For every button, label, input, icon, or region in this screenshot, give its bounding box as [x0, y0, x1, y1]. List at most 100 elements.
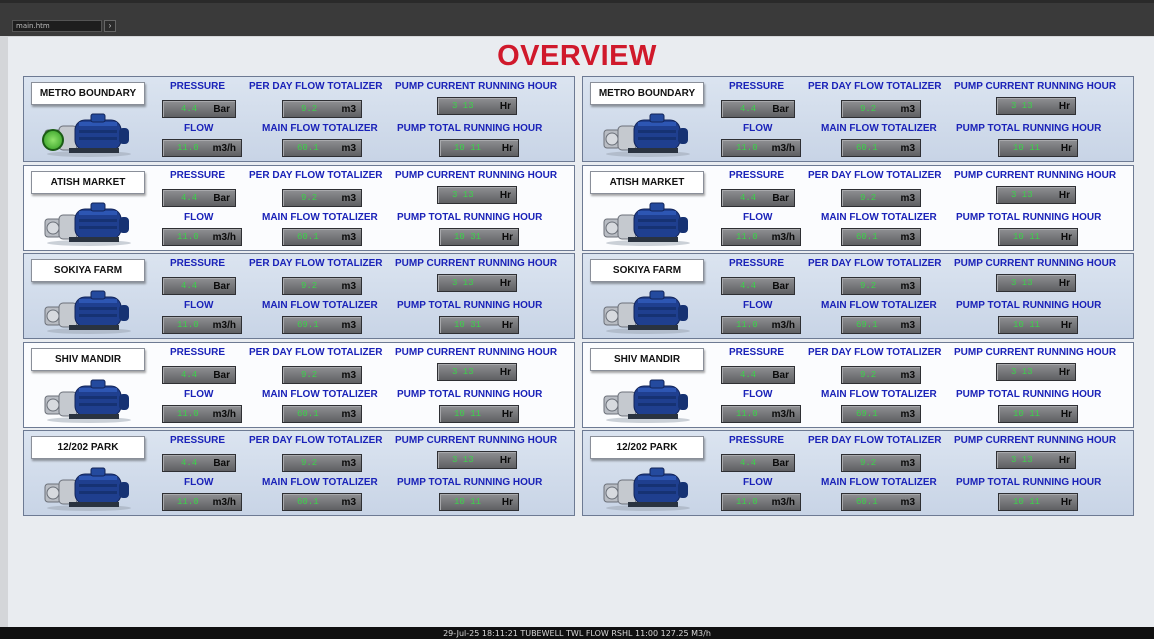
pump-total-hour-unit: Hr [1060, 143, 1072, 154]
flow-label: FLOW [743, 389, 773, 400]
per-day-flow-label: PER DAY FLOW TOTALIZER [249, 81, 383, 92]
main-flow-label: MAIN FLOW TOTALIZER [262, 212, 378, 223]
flow-display: 11.0 m3/h [721, 493, 801, 511]
pump-current-hour-label: PUMP CURRENT RUNNING HOUR [395, 81, 558, 92]
pressure-label: PRESSURE [729, 435, 785, 446]
per-day-flow-value: 9.2 [301, 370, 318, 380]
per-day-flow-value: 9.2 [860, 104, 877, 114]
pressure-value: 4.4 [740, 458, 757, 468]
station-name-button[interactable]: SHIV MANDIR [590, 348, 704, 371]
pump-total-hour-display: 10 11 Hr [439, 405, 519, 423]
pressure-value: 4.4 [740, 193, 757, 203]
pump-current-hour-display: 3 13 Hr [437, 274, 517, 292]
status-text: 29-Jul-25 18:11:21 TUBEWELL TWL FLOW RSH… [443, 629, 711, 638]
per-day-flow-display: 9.2 m3 [282, 454, 362, 472]
flow-value: 11.0 [177, 409, 199, 419]
pressure-value: 4.4 [740, 370, 757, 380]
flow-unit: m3/h [212, 409, 236, 420]
per-day-flow-unit: m3 [341, 281, 356, 292]
flow-unit: m3/h [212, 143, 236, 154]
main-flow-unit: m3 [341, 143, 356, 154]
pump-total-hour-label: PUMP TOTAL RUNNING HOUR [956, 300, 1102, 311]
per-day-flow-unit: m3 [900, 104, 915, 115]
station-panel: 12/202 PARK PRESSURE FLOW PER DAY FLOW T… [23, 430, 575, 516]
station-name-button[interactable]: METRO BOUNDARY [31, 82, 145, 105]
main-flow-label: MAIN FLOW TOTALIZER [821, 212, 937, 223]
pump-total-hour-unit: Hr [501, 409, 513, 420]
per-day-flow-unit: m3 [900, 458, 915, 469]
main-flow-unit: m3 [900, 497, 915, 508]
pump-total-hour-value: 10 11 [454, 497, 482, 507]
per-day-flow-label: PER DAY FLOW TOTALIZER [249, 258, 383, 269]
pump-total-hour-display: 10 11 Hr [998, 228, 1078, 246]
per-day-flow-label: PER DAY FLOW TOTALIZER [808, 347, 942, 358]
pump-icon [598, 285, 694, 335]
station-panel: SOKIYA FARM PRESSURE FLOW PER DAY FLOW T… [582, 253, 1134, 339]
station-name-button[interactable]: METRO BOUNDARY [590, 82, 704, 105]
station-name-button[interactable]: 12/202 PARK [31, 436, 145, 459]
flow-value: 11.0 [177, 320, 199, 330]
pump-total-hour-display: 10 11 Hr [998, 405, 1078, 423]
pressure-label: PRESSURE [729, 258, 785, 269]
pump-current-hour-display: 3 13 Hr [996, 274, 1076, 292]
pump-icon [39, 197, 135, 247]
station-panel: METRO BOUNDARY PRESSURE FLOW PER DAY FLO… [582, 76, 1134, 162]
per-day-flow-unit: m3 [341, 104, 356, 115]
pump-current-hour-value: 3 13 [1011, 190, 1033, 200]
go-button[interactable]: › [104, 20, 116, 32]
station-name-button[interactable]: 12/202 PARK [590, 436, 704, 459]
flow-label: FLOW [743, 123, 773, 134]
main-flow-label: MAIN FLOW TOTALIZER [262, 389, 378, 400]
main-flow-label: MAIN FLOW TOTALIZER [821, 300, 937, 311]
pressure-unit: Bar [772, 104, 789, 115]
address-field[interactable]: main.htm [12, 20, 102, 32]
pressure-display: 4.4 Bar [162, 454, 236, 472]
station-name-button[interactable]: ATISH MARKET [31, 171, 145, 194]
pump-total-hour-label: PUMP TOTAL RUNNING HOUR [956, 123, 1102, 134]
pump-total-hour-label: PUMP TOTAL RUNNING HOUR [397, 212, 543, 223]
pump-total-hour-value: 10 11 [454, 143, 482, 153]
pump-current-hour-label: PUMP CURRENT RUNNING HOUR [395, 170, 558, 181]
station-name-button[interactable]: SOKIYA FARM [590, 259, 704, 282]
pressure-value: 4.4 [181, 193, 198, 203]
pump-current-hour-display: 3 13 Hr [996, 186, 1076, 204]
flow-value: 11.0 [736, 497, 758, 507]
per-day-flow-display: 9.2 m3 [282, 277, 362, 295]
pressure-display: 4.4 Bar [162, 189, 236, 207]
pump-icon [39, 285, 135, 335]
flow-label: FLOW [184, 123, 214, 134]
pump-icon [598, 197, 694, 247]
pump-running-icon [42, 129, 64, 151]
per-day-flow-display: 9.2 m3 [841, 454, 921, 472]
pump-total-hour-label: PUMP TOTAL RUNNING HOUR [956, 477, 1102, 488]
pump-total-hour-value: 10 31 [454, 232, 482, 242]
station-panel: METRO BOUNDARY PRESSURE FLOW PER DAY FLO… [23, 76, 575, 162]
status-bar: 29-Jul-25 18:11:21 TUBEWELL TWL FLOW RSH… [0, 627, 1154, 639]
flow-unit: m3/h [771, 232, 795, 243]
pressure-value: 4.4 [740, 281, 757, 291]
pressure-value: 4.4 [181, 458, 198, 468]
main-flow-label: MAIN FLOW TOTALIZER [821, 477, 937, 488]
main-flow-unit: m3 [341, 497, 356, 508]
main-flow-display: 69.1 m3 [841, 405, 921, 423]
pressure-value: 4.4 [181, 281, 198, 291]
flow-unit: m3/h [771, 143, 795, 154]
pump-total-hour-label: PUMP TOTAL RUNNING HOUR [397, 477, 543, 488]
per-day-flow-label: PER DAY FLOW TOTALIZER [249, 435, 383, 446]
flow-display: 11.0 m3/h [162, 228, 242, 246]
pump-current-hour-unit: Hr [1058, 190, 1070, 201]
per-day-flow-value: 9.2 [301, 458, 318, 468]
pump-total-hour-unit: Hr [501, 320, 513, 331]
station-name-button[interactable]: SOKIYA FARM [31, 259, 145, 282]
per-day-flow-label: PER DAY FLOW TOTALIZER [808, 170, 942, 181]
pressure-label: PRESSURE [729, 81, 785, 92]
pump-total-hour-unit: Hr [1060, 409, 1072, 420]
station-name-button[interactable]: ATISH MARKET [590, 171, 704, 194]
station-name-button[interactable]: SHIV MANDIR [31, 348, 145, 371]
pump-current-hour-label: PUMP CURRENT RUNNING HOUR [954, 170, 1117, 181]
per-day-flow-display: 9.2 m3 [841, 366, 921, 384]
per-day-flow-display: 9.2 m3 [282, 189, 362, 207]
pump-total-hour-display: 10 11 Hr [439, 493, 519, 511]
flow-display: 11.0 m3/h [162, 493, 242, 511]
pressure-unit: Bar [772, 370, 789, 381]
